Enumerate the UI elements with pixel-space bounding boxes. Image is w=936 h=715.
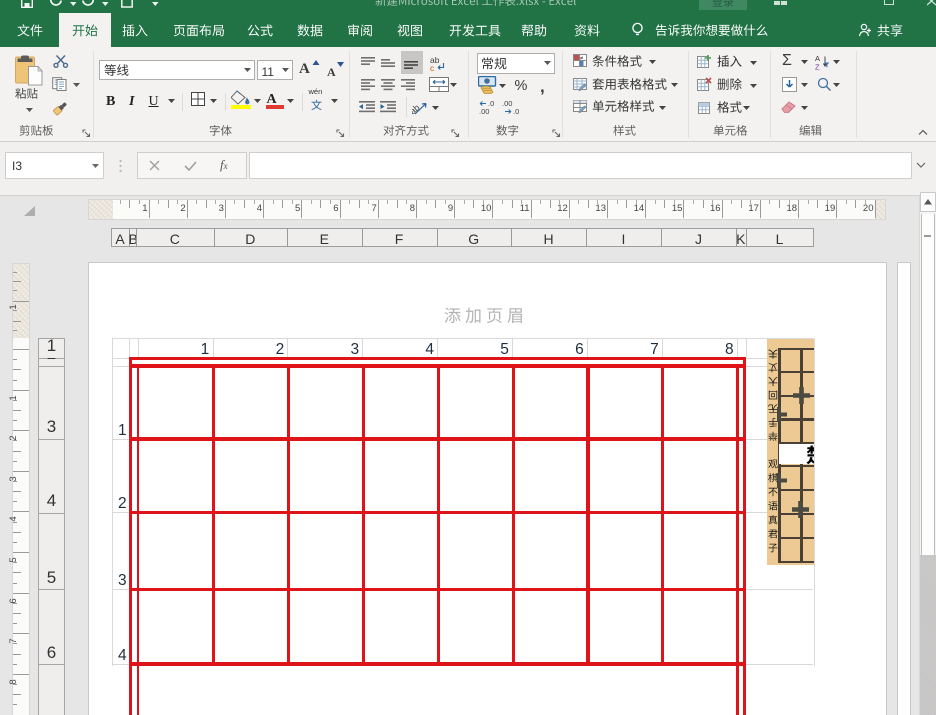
svg-text:.00: .00 — [502, 99, 512, 108]
svg-text:.0: .0 — [513, 107, 519, 116]
svg-text:.00: .00 — [479, 107, 489, 116]
svg-text:Z: Z — [815, 63, 820, 71]
